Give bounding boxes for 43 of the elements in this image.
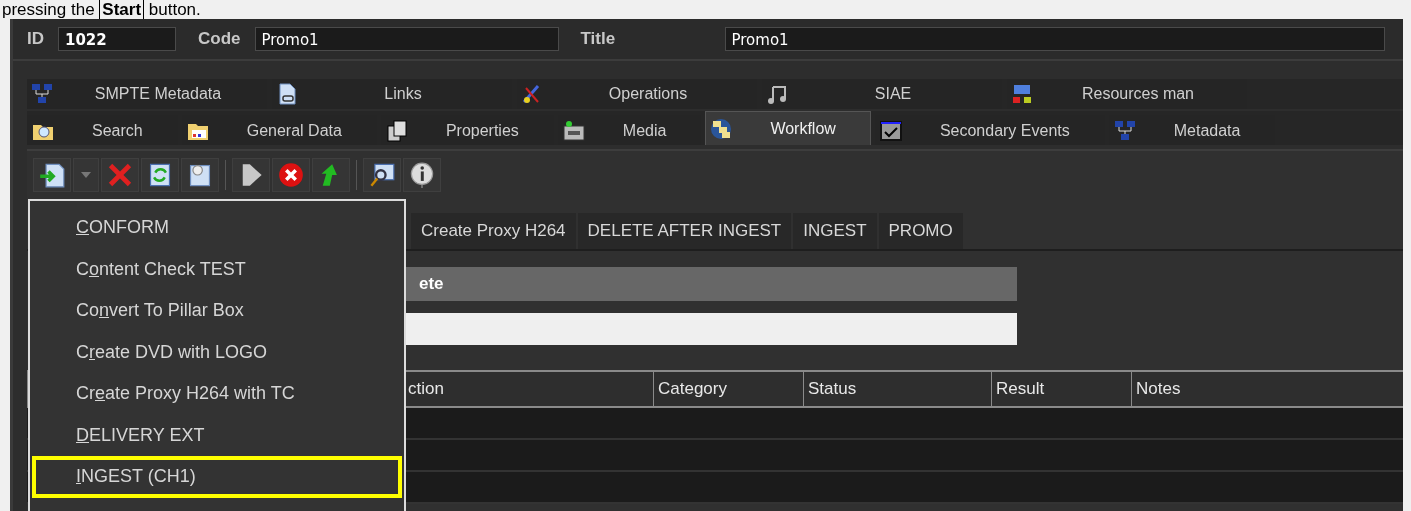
tree-diagram-icon bbox=[1113, 119, 1136, 142]
process-tab[interactable]: Create Proxy H264 bbox=[411, 213, 576, 249]
toolbar-button[interactable] bbox=[181, 158, 219, 192]
column-header[interactable]: Category bbox=[653, 372, 803, 406]
toolbar-button[interactable] bbox=[33, 158, 71, 192]
search-icon bbox=[369, 162, 395, 188]
code-label: Code bbox=[198, 29, 241, 49]
delete-icon bbox=[107, 162, 133, 188]
process-tab[interactable]: DELETE AFTER INGEST bbox=[577, 213, 792, 249]
workflow-icon bbox=[710, 117, 733, 140]
network-icon bbox=[1011, 83, 1033, 105]
tree-diagram-icon bbox=[31, 83, 53, 105]
menu-item[interactable]: Create Proxy H264 with TC bbox=[32, 373, 402, 415]
media-icon bbox=[562, 119, 585, 142]
tab[interactable]: Workflow bbox=[705, 111, 871, 145]
info-icon bbox=[409, 162, 435, 188]
id-field[interactable]: 1022 bbox=[58, 27, 176, 51]
menu-item[interactable]: INGEST (CH1) bbox=[32, 456, 402, 498]
document-icon bbox=[187, 162, 213, 188]
column-header[interactable]: Status bbox=[803, 372, 991, 406]
menu-item[interactable]: CONFORM bbox=[32, 207, 402, 249]
caret-icon bbox=[81, 172, 91, 178]
document-link-icon bbox=[276, 83, 298, 105]
column-header[interactable]: Notes bbox=[1131, 372, 1403, 406]
refresh-icon bbox=[147, 162, 173, 188]
menu-item[interactable]: DELIVERY EXT bbox=[32, 414, 402, 456]
pages-icon bbox=[385, 119, 408, 142]
menu-item[interactable]: Create DVD with LOGO bbox=[32, 331, 402, 373]
toolbar-button[interactable] bbox=[232, 158, 270, 192]
toolbar-button[interactable] bbox=[363, 158, 401, 192]
process-tab[interactable]: INGEST bbox=[793, 213, 877, 249]
toolbar-button[interactable] bbox=[141, 158, 179, 192]
toolbar-button[interactable] bbox=[272, 158, 310, 192]
code-field[interactable]: Promo1 bbox=[254, 27, 559, 51]
toolbar-button[interactable] bbox=[403, 158, 441, 192]
process-tab[interactable]: PROMO bbox=[878, 213, 963, 249]
title-label: Title bbox=[580, 29, 617, 49]
music-note-icon bbox=[766, 83, 788, 105]
title-field[interactable]: Promo1 bbox=[724, 27, 1385, 51]
document-arrow-icon bbox=[39, 162, 65, 188]
stop-icon bbox=[278, 162, 304, 188]
column-header[interactable]: Result bbox=[991, 372, 1131, 406]
id-label: ID bbox=[27, 29, 44, 49]
